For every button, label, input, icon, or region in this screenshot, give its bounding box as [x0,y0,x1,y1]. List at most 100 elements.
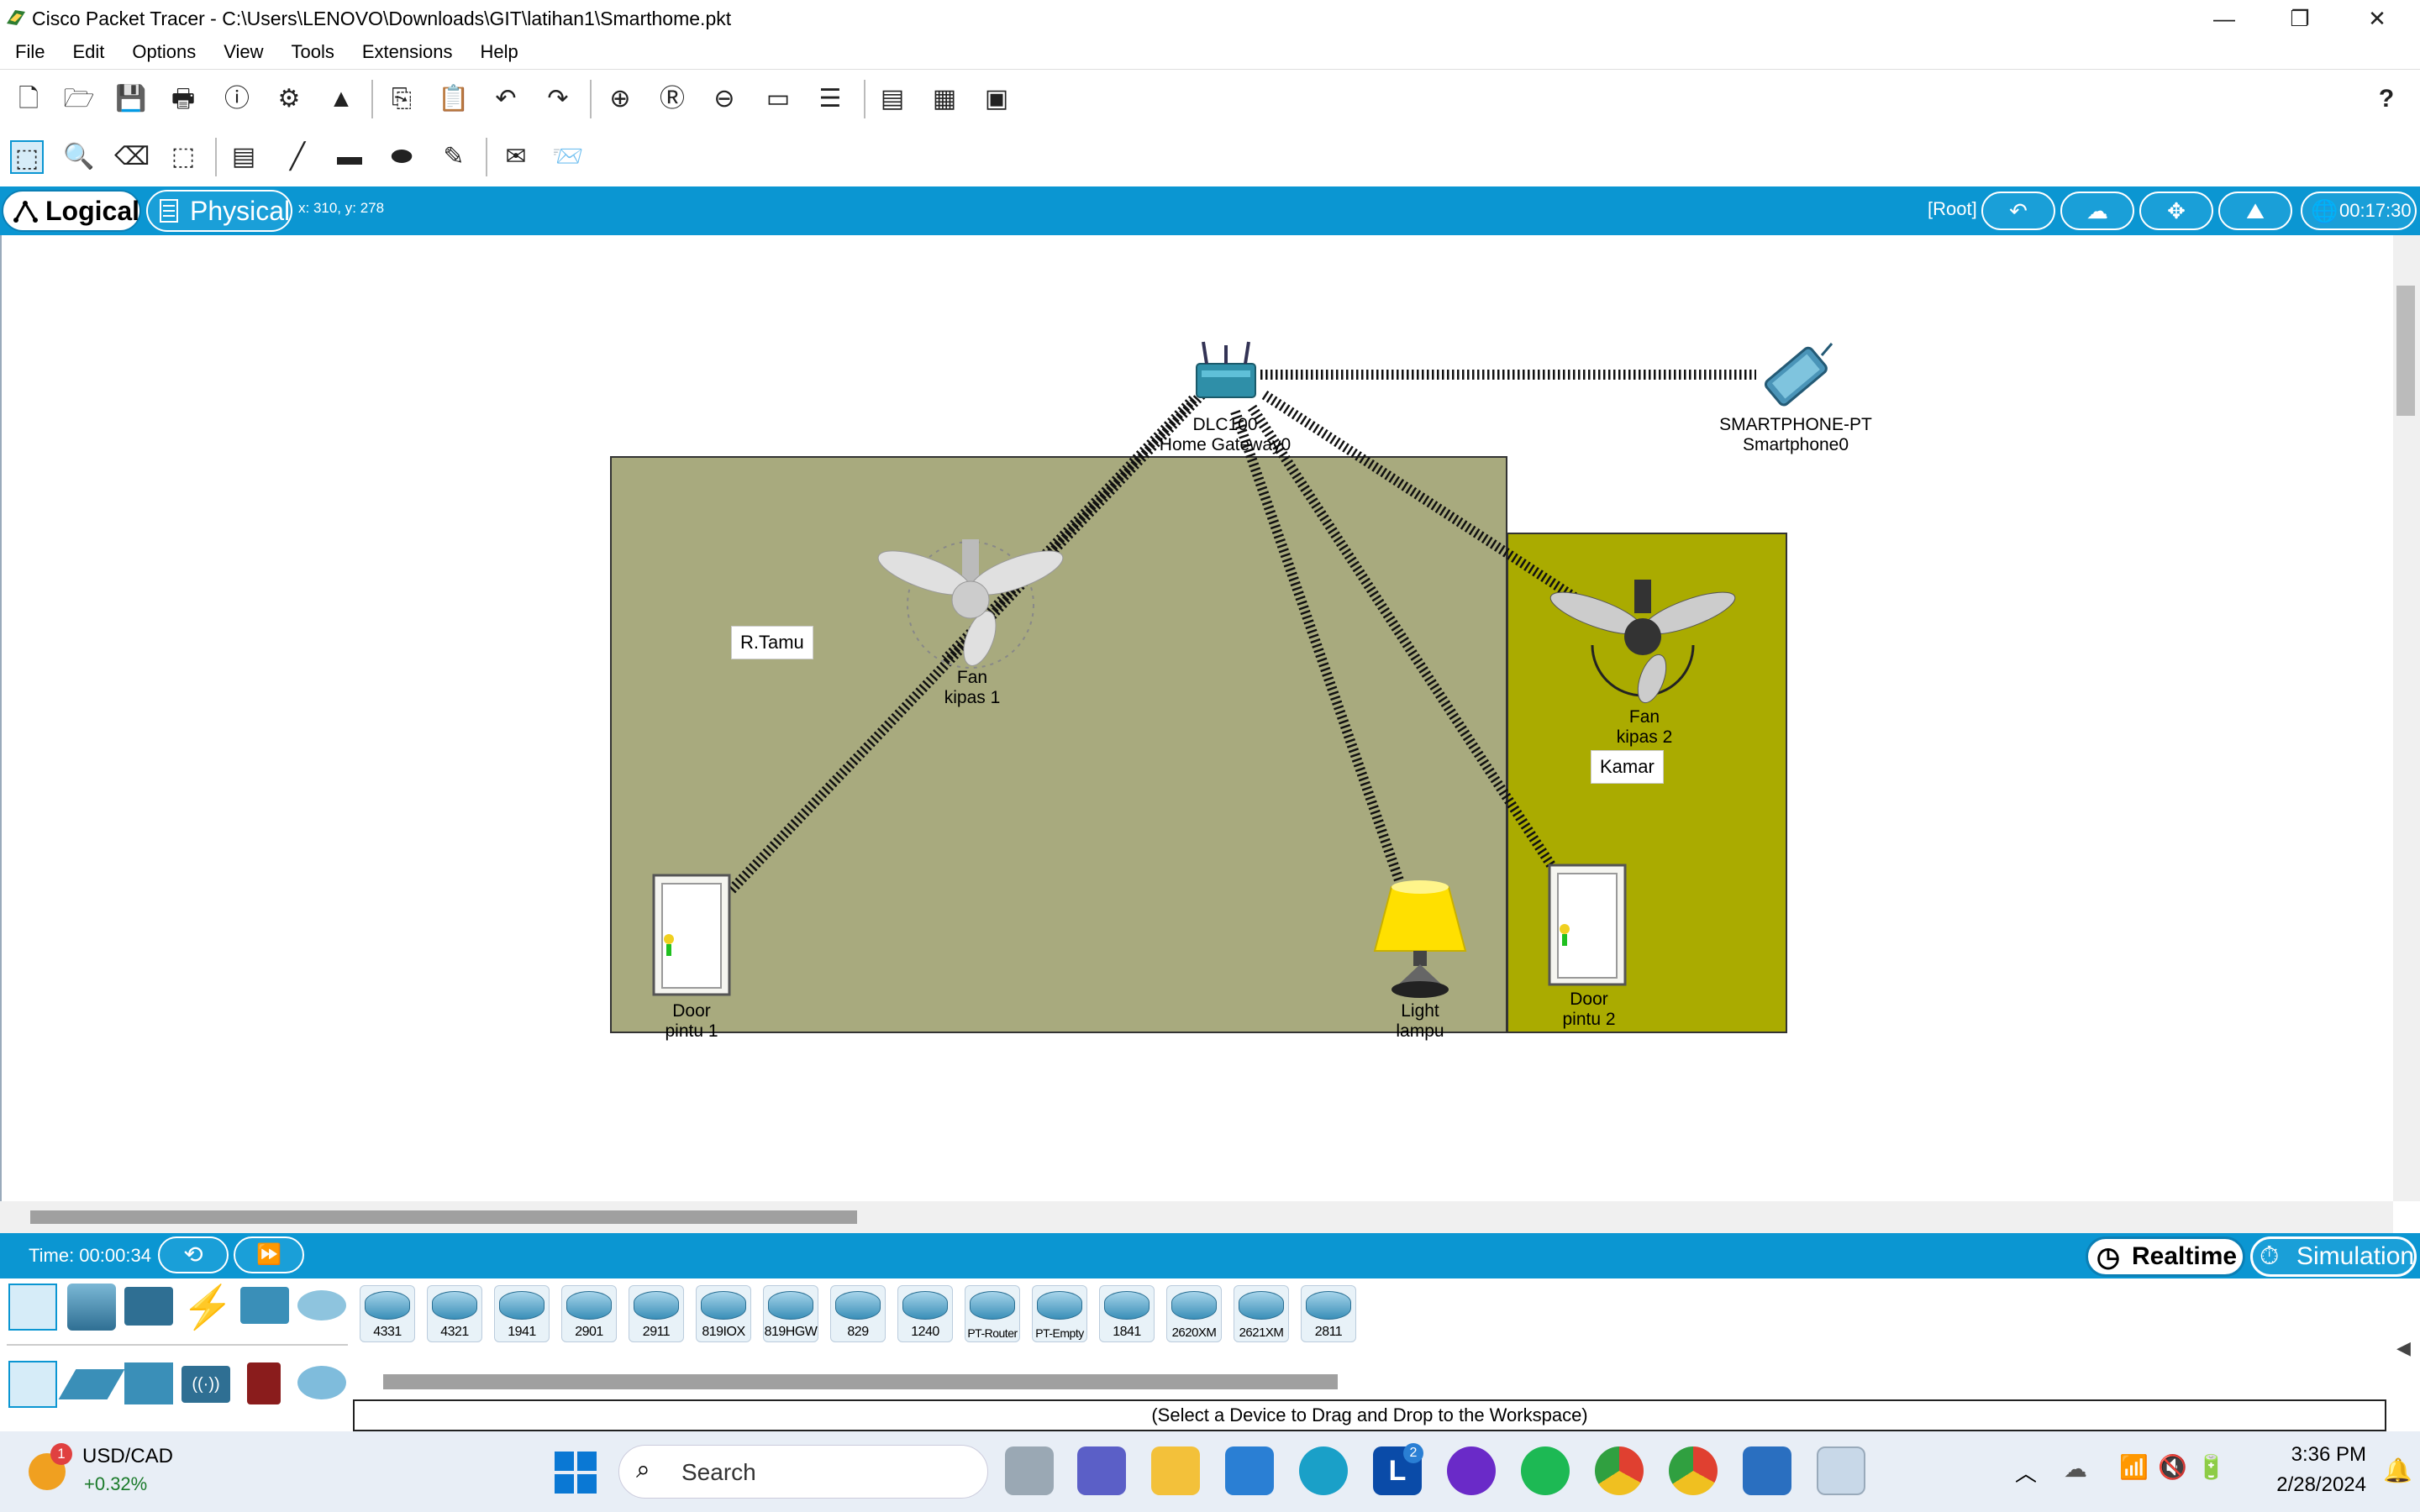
stock-name[interactable]: USD/CAD [82,1445,173,1468]
device-model-4321[interactable]: 4321 [427,1285,482,1342]
wireless-category-icon[interactable]: ((·)) [182,1366,230,1403]
realtime-label: Realtime [2132,1242,2238,1270]
onedrive-icon[interactable]: ☁ [2064,1455,2087,1483]
realtime-mode-button[interactable]: ◷ Realtime [2086,1236,2245,1277]
device-model-829[interactable]: 829 [830,1285,886,1342]
device-list-scrollbar-thumb[interactable] [383,1374,1338,1389]
edge-icon[interactable] [1299,1446,1348,1495]
end-devices-category-icon[interactable] [67,1284,116,1331]
misc-category-icon[interactable] [240,1287,289,1324]
reset-time-icon[interactable]: ⟲ [158,1236,229,1273]
door1-label: Door pintu 1 [637,1001,746,1042]
volume-muted-icon[interactable]: 🔇 [2158,1453,2187,1481]
home-gateway-icon[interactable] [1192,340,1260,407]
vertical-scrollbar-thumb[interactable] [2396,286,2415,416]
spotify-icon[interactable] [1521,1446,1570,1495]
gateway-type: DLC100 [1192,415,1258,434]
taskbar-date[interactable]: 2/28/2024 [2237,1473,2366,1497]
taskbar-time[interactable]: 3:36 PM [2249,1443,2366,1467]
device-model-2621xm[interactable]: 2621XM [1234,1285,1289,1342]
fan-icon[interactable] [1546,578,1739,712]
fan2-type: Fan [1628,707,1660,727]
security-category-icon[interactable] [247,1362,281,1404]
smartphone-label: SMARTPHONE-PT Smartphone0 [1697,415,1894,455]
device-model-pt-router[interactable]: PT-Router [965,1285,1020,1342]
notification-bell-icon[interactable]: 🔔 [2383,1457,2412,1484]
door2-name: pintu 2 [1562,1010,1616,1029]
fan-icon[interactable] [874,538,1067,672]
multiuser-category-icon[interactable] [297,1290,346,1320]
search-box[interactable]: ⌕ Search [618,1445,988,1499]
simulation-label: Simulation [2296,1242,2415,1270]
fan2-label: Fan kipas 2 [1581,707,1707,748]
packet-tracer-taskbar-icon[interactable] [1817,1446,1865,1495]
taskbar: 1 USD/CAD +0.32% ⌕ Search L 2 ︿ ☁ 📶 🔇 🔋 … [0,1431,2420,1512]
search-icon: ⌕ [636,1456,650,1483]
fan2-name: kipas 2 [1616,727,1673,747]
horizontal-scrollbar-thumb[interactable] [30,1210,857,1224]
door1-name: pintu 1 [665,1021,718,1041]
gateway-name: Home Gateway0 [1159,435,1292,454]
door-icon[interactable] [652,874,731,996]
notepad-icon[interactable] [1743,1446,1791,1495]
light-label: Light lampu [1361,1001,1479,1042]
link-gateway-fan2 [1261,390,1583,606]
device-model-819hgw[interactable]: 819HGW [763,1285,818,1342]
wan-emulation-category-icon[interactable] [297,1366,346,1399]
switches-category-icon[interactable] [58,1369,125,1399]
device-model-2620xm[interactable]: 2620XM [1166,1285,1222,1342]
link-gateway-door2 [1247,404,1556,869]
light-type: Light [1401,1001,1439,1021]
door2-type: Door [1570,990,1608,1009]
store-icon[interactable] [1225,1446,1274,1495]
wifi-icon[interactable]: 📶 [2119,1453,2149,1481]
chevron-up-icon[interactable]: ︿ [2015,1457,2037,1488]
device-model-2901[interactable]: 2901 [561,1285,617,1342]
device-model-819iox[interactable]: 819IOX [696,1285,751,1342]
file-explorer-icon[interactable] [1151,1446,1200,1495]
game-app-icon[interactable] [1447,1446,1496,1495]
simulation-mode-button[interactable]: ⏱ Simulation [2250,1236,2417,1277]
chrome-icon[interactable] [1595,1446,1644,1495]
device-hint: (Select a Device to Drag and Drop to the… [353,1399,2386,1431]
door1-type: Door [672,1001,711,1021]
windows-start-icon[interactable] [555,1452,597,1494]
device-model-1941[interactable]: 1941 [494,1285,550,1342]
smartphone-icon[interactable] [1748,340,1842,412]
device-model-1841[interactable]: 1841 [1099,1285,1155,1342]
fan1-label: Fan kipas 1 [909,668,1035,708]
connections-category-icon[interactable]: ⚡ [182,1284,234,1331]
device-model-4331[interactable]: 4331 [360,1285,415,1342]
teams-icon[interactable] [1077,1446,1126,1495]
l-app-badge: 2 [1403,1443,1423,1463]
device-model-2811[interactable]: 2811 [1301,1285,1356,1342]
device-model-1240[interactable]: 1240 [897,1285,953,1342]
link-gateway-light [1230,410,1404,882]
time-bar: Time: 00:00:34 ⟲ ⏩ ◷ Realtime ⏱ Simulati… [0,1233,2420,1278]
battery-icon[interactable]: 🔋 [2196,1453,2226,1481]
hubs-category-icon[interactable] [124,1362,173,1404]
smartphone-type: SMARTPHONE-PT [1719,415,1872,434]
light-name: lampu [1396,1021,1444,1041]
routers-category-icon[interactable] [8,1361,57,1408]
fan1-type: Fan [956,668,988,687]
stock-badge: 1 [50,1443,72,1465]
search-placeholder: Search [681,1459,756,1485]
task-view-icon[interactable] [1005,1446,1054,1495]
door-icon[interactable] [1548,864,1627,986]
device-model-2911[interactable]: 2911 [629,1285,684,1342]
lamp-icon[interactable] [1368,880,1472,1001]
fast-forward-icon[interactable]: ⏩ [234,1236,304,1273]
clock-icon: ◷ [2096,1242,2120,1272]
device-model-pt-empty[interactable]: PT-Empty [1032,1285,1087,1342]
gateway-label: DLC100 Home Gateway0 [1150,415,1301,455]
stock-change: +0.32% [84,1473,148,1494]
network-devices-category-icon[interactable] [8,1284,57,1331]
chrome-profile-icon[interactable] [1669,1446,1718,1495]
collapse-arrow-icon[interactable]: ◀ [2396,1337,2411,1359]
fan1-name: kipas 1 [944,688,1001,707]
components-category-icon[interactable] [124,1287,173,1326]
time-display: Time: 00:00:34 [29,1245,151,1266]
stopwatch-icon: ⏱ [2260,1242,2280,1270]
smartphone-name: Smartphone0 [1742,435,1849,454]
